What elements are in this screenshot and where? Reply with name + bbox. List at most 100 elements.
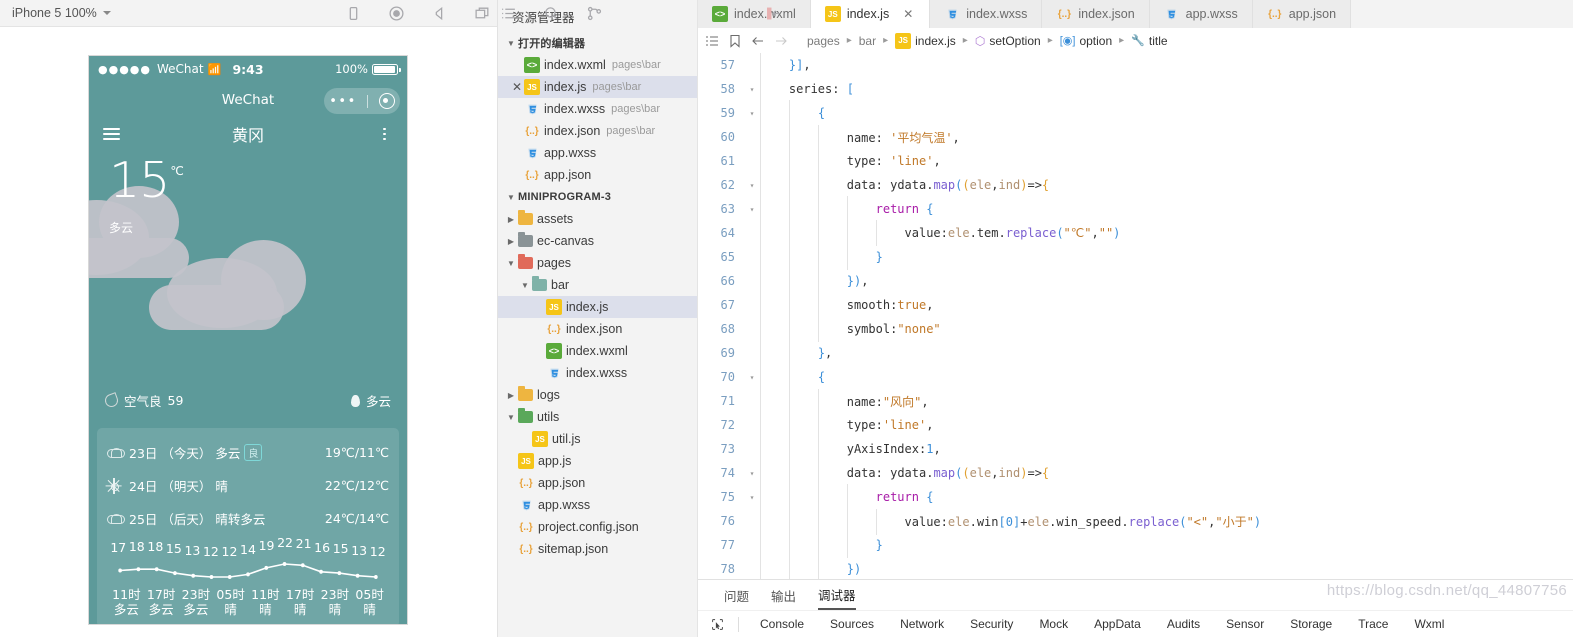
chevron-down-icon[interactable]: ▼ xyxy=(518,281,532,290)
code-line[interactable]: 59 ▾ { xyxy=(698,100,1573,126)
editor-tab-index-wxss[interactable]: index.wxss xyxy=(930,0,1043,28)
inspect-cursor-icon[interactable] xyxy=(704,618,730,631)
tree-item-app-wxss[interactable]: app.wxss xyxy=(498,494,697,516)
chevron-down-icon[interactable]: ▼ xyxy=(504,413,518,422)
open-editor-item[interactable]: app.wxss xyxy=(498,142,697,164)
tree-item-app-js[interactable]: JS app.js xyxy=(498,450,697,472)
tree-item-project-config-json[interactable]: {..} project.config.json xyxy=(498,516,697,538)
open-editor-item[interactable]: {..} index.json pages\bar xyxy=(498,120,697,142)
code-line[interactable]: 73 yAxisIndex:1, xyxy=(698,436,1573,462)
open-editor-item[interactable]: {..} app.json xyxy=(498,164,697,186)
wechat-capsule-buttons[interactable]: ••• xyxy=(324,88,400,114)
devtools-tab-console[interactable]: Console xyxy=(747,617,817,631)
forecast-row[interactable]: 23日 （今天） 多云良 19℃/11℃ xyxy=(107,436,389,469)
code-line[interactable]: 71 name:"风向", xyxy=(698,388,1573,415)
tree-item-pages[interactable]: ▼ pages xyxy=(498,252,697,274)
fold-toggle-icon[interactable]: ▾ xyxy=(744,373,760,382)
search-icon[interactable] xyxy=(543,5,560,22)
chevron-down-icon[interactable]: ▼ xyxy=(504,193,518,202)
devtools-tab-audits[interactable]: Audits xyxy=(1154,617,1213,631)
tree-item-logs[interactable]: ▶ logs xyxy=(498,384,697,406)
open-editor-item[interactable]: ✕ JS index.js pages\bar xyxy=(498,76,697,98)
tree-item-index-js[interactable]: JS index.js xyxy=(498,296,697,318)
code-line[interactable]: 67 smooth:true, xyxy=(698,292,1573,318)
devtools-tab-sensor[interactable]: Sensor xyxy=(1213,617,1277,631)
chevron-right-icon[interactable]: ▶ xyxy=(504,215,518,224)
project-section[interactable]: ▼ MINIPROGRAM-3 xyxy=(498,186,697,208)
tree-item-index-wxss[interactable]: index.wxss xyxy=(498,362,697,384)
code-line[interactable]: 69 }, xyxy=(698,340,1573,366)
editor-tab-app-wxss[interactable]: app.wxss xyxy=(1149,0,1253,28)
list-icon[interactable] xyxy=(500,5,517,22)
code-line[interactable]: 68 symbol:"none" xyxy=(698,316,1573,342)
open-editor-item[interactable]: <> index.wxml pages\bar xyxy=(498,54,697,76)
breadcrumb-item-setoption[interactable]: ⬡ setOption xyxy=(975,34,1041,48)
bookmark-icon[interactable] xyxy=(727,33,743,49)
tree-item-index-json[interactable]: {..} index.json xyxy=(498,318,697,340)
back-arrow-icon[interactable] xyxy=(750,33,766,49)
fold-toggle-icon[interactable]: ▾ xyxy=(744,109,760,118)
close-icon[interactable]: ✕ xyxy=(510,80,524,94)
devtools-tab-wxml[interactable]: Wxml xyxy=(1401,617,1457,631)
tree-item-app-json[interactable]: {..} app.json xyxy=(498,472,697,494)
phone-icon[interactable] xyxy=(345,5,362,22)
devtools-tab-trace[interactable]: Trace xyxy=(1345,617,1401,631)
code-line[interactable]: 65 } xyxy=(698,244,1573,270)
windows-icon[interactable] xyxy=(474,5,491,22)
code-line[interactable]: 58 ▾ series: [ xyxy=(698,76,1573,102)
code-line[interactable]: 57 }], xyxy=(698,53,1573,78)
device-selector[interactable]: iPhone 5 100% xyxy=(12,6,111,20)
outline-icon[interactable] xyxy=(704,33,720,49)
code-line[interactable]: 62 ▾ data: ydata.map((ele,ind)=>{ xyxy=(698,172,1573,198)
tree-item-index-wxml[interactable]: <> index.wxml xyxy=(498,340,697,362)
target-circle-icon[interactable] xyxy=(378,93,395,109)
chevron-down-icon[interactable]: ▼ xyxy=(504,259,518,268)
chevron-right-icon[interactable]: ▶ xyxy=(504,391,518,400)
bottom-tab-问题[interactable]: 问题 xyxy=(724,580,749,610)
devtools-tab-network[interactable]: Network xyxy=(887,617,957,631)
tree-item-bar[interactable]: ▼ bar xyxy=(498,274,697,296)
devtools-tab-security[interactable]: Security xyxy=(957,617,1026,631)
breadcrumb-item-bar[interactable]: bar xyxy=(859,34,876,48)
forecast-row[interactable]: 25日 （后天） 晴转多云 24℃/14℃ xyxy=(107,502,389,535)
open-editors-section[interactable]: ▼ 打开的编辑器 xyxy=(498,32,697,54)
fold-toggle-icon[interactable]: ▾ xyxy=(744,85,760,94)
code-line[interactable]: 61 type: 'line', xyxy=(698,148,1573,174)
chevron-down-icon[interactable]: ▼ xyxy=(504,39,518,48)
kebab-icon[interactable] xyxy=(376,127,393,141)
code-line[interactable]: 77 } xyxy=(698,532,1573,558)
tree-item-utils[interactable]: ▼ utils xyxy=(498,406,697,428)
bottom-tab-调试器[interactable]: 调试器 xyxy=(818,580,856,610)
code-line[interactable]: 74 ▾ data: ydata.map((ele,ind)=>{ xyxy=(698,460,1573,486)
fold-toggle-icon[interactable]: ▾ xyxy=(744,181,760,190)
branch-icon[interactable] xyxy=(586,5,603,22)
forward-arrow-icon[interactable] xyxy=(773,33,789,49)
breadcrumb-item-option[interactable]: [◉] option xyxy=(1060,34,1112,48)
tree-item-util-js[interactable]: JS util.js xyxy=(498,428,697,450)
code-editor[interactable]: 57 }], 58 ▾ series: [59 ▾ {60 name: '平均气温',… xyxy=(698,53,1573,579)
code-line[interactable]: 64 value:ele.tem.replace("℃","") xyxy=(698,220,1573,246)
tree-item-ec-canvas[interactable]: ▶ ec-canvas xyxy=(498,230,697,252)
tree-item-assets[interactable]: ▶ assets xyxy=(498,208,697,230)
code-line[interactable]: 75 ▾ return { xyxy=(698,484,1573,510)
breadcrumb-item-title[interactable]: 🔧 title xyxy=(1131,34,1167,48)
code-line[interactable]: 72 type:'line', xyxy=(698,412,1573,438)
devtools-tab-appdata[interactable]: AppData xyxy=(1081,617,1154,631)
breadcrumb-item-pages[interactable]: pages xyxy=(807,34,840,48)
editor-tab-app-json[interactable]: {..} app.json xyxy=(1252,0,1352,28)
code-line[interactable]: 63 ▾ return { xyxy=(698,196,1573,222)
fold-toggle-icon[interactable]: ▾ xyxy=(744,493,760,502)
hamburger-icon[interactable] xyxy=(103,127,120,141)
forecast-row[interactable]: 24日 （明天） 晴 22℃/12℃ xyxy=(105,469,389,502)
bottom-tab-输出[interactable]: 输出 xyxy=(771,580,796,610)
chevron-right-icon[interactable]: ▶ xyxy=(504,237,518,246)
volume-icon[interactable] xyxy=(431,5,448,22)
devtools-tab-mock[interactable]: Mock xyxy=(1026,617,1081,631)
tree-item-sitemap-json[interactable]: {..} sitemap.json xyxy=(498,538,697,560)
panel-collapse-icon[interactable] xyxy=(765,5,782,22)
editor-tab-index-json[interactable]: {..} index.json xyxy=(1042,0,1150,28)
devtools-tab-sources[interactable]: Sources xyxy=(817,617,887,631)
code-line[interactable]: 66 }), xyxy=(698,268,1573,294)
code-line[interactable]: 78 }) xyxy=(698,556,1573,579)
editor-tab-index-js[interactable]: JS index.js ✕ xyxy=(810,0,931,28)
